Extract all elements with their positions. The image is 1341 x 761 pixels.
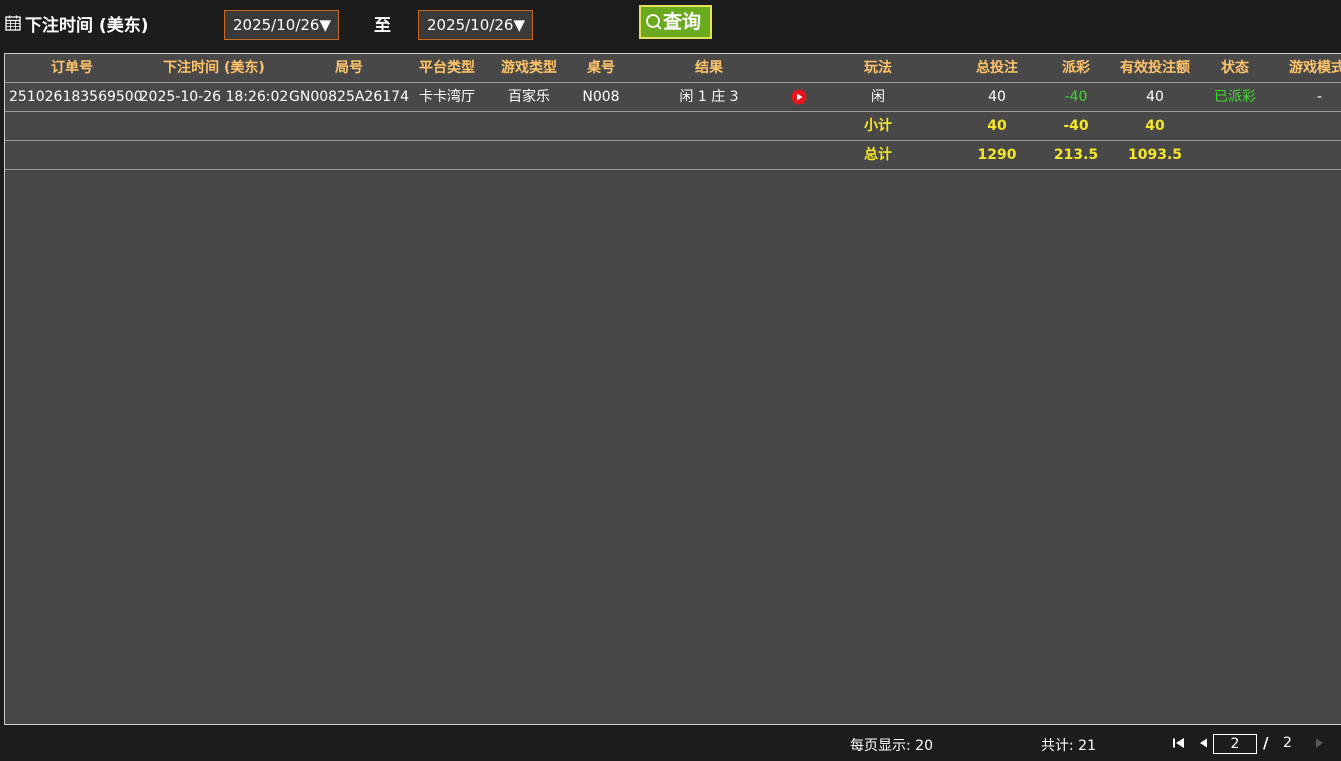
game-mode: - [1317, 89, 1323, 105]
total-pages: 2 [1283, 735, 1292, 751]
video-cell [789, 83, 809, 111]
col-header-table-no: 桌号 [587, 60, 615, 76]
table-row: 251026183569500 2025-10-26 18:26:02 GN00… [5, 83, 1341, 112]
subtotal-label: 小计 [864, 118, 892, 134]
end-date-select[interactable]: 2025/10/26▼ [418, 10, 533, 40]
total-label: 总计 [864, 147, 892, 163]
col-header-status: 状态 [1221, 60, 1249, 76]
search-icon [646, 14, 662, 30]
table-header: 订单号 下注时间 (美东) 局号 平台类型 游戏类型 桌号 结果 玩法 总投注 … [5, 54, 1341, 83]
total-count-label: 共计: 21 [1041, 738, 1096, 754]
per-page-label: 每页显示: 20 [850, 738, 933, 754]
subtotal-payout: -40 [1063, 118, 1089, 134]
col-header-video [789, 54, 809, 82]
total-row: 总计 1290 213.5 1093.5 [5, 141, 1341, 170]
play-type: 闲 [871, 89, 885, 105]
grand-total-valid-bet: 1093.5 [1127, 147, 1183, 163]
col-header-game-type: 游戏类型 [501, 60, 557, 76]
col-header-result: 结果 [695, 60, 723, 76]
col-header-game-mode: 游戏模式 [1289, 60, 1341, 76]
subtotal-total-bet: 40 [987, 118, 1007, 134]
query-button[interactable]: 查询 [639, 5, 712, 39]
bet-time: 2025-10-26 18:26:02 [139, 89, 289, 105]
subtotal-valid-bet: 40 [1145, 118, 1165, 134]
payout: -40 [1064, 89, 1088, 105]
prev-page-icon[interactable] [1197, 737, 1209, 749]
query-button-label: 查询 [663, 11, 702, 33]
filter-bar: 下注时间 (美东) 2025/10/26▼ 至 2025/10/26▼ 查询 [0, 0, 1341, 52]
result: 闲 1 庄 3 [679, 89, 739, 105]
col-header-platform: 平台类型 [419, 60, 475, 76]
page-separator: / [1263, 734, 1269, 752]
valid-bet: 40 [1146, 89, 1164, 105]
col-header-payout: 派彩 [1062, 60, 1090, 76]
first-page-icon[interactable] [1172, 736, 1186, 750]
game-type: 百家乐 [508, 89, 550, 105]
total-bet: 40 [988, 89, 1006, 105]
col-header-valid-bet: 有效投注额 [1120, 60, 1190, 76]
video-play-icon[interactable] [791, 89, 807, 105]
platform-type: 卡卡湾厅 [419, 89, 475, 105]
round-no: GN00825A26174 [289, 89, 409, 105]
bet-records-table: 订单号 下注时间 (美东) 局号 平台类型 游戏类型 桌号 结果 玩法 总投注 … [4, 53, 1341, 725]
order-no: 251026183569500 [9, 89, 143, 105]
next-page-icon[interactable] [1313, 737, 1325, 749]
table-no: N008 [582, 89, 620, 105]
start-date-select[interactable]: 2025/10/26▼ [224, 10, 339, 40]
page-number-input[interactable] [1213, 734, 1257, 754]
status-badge: 已派彩 [1214, 89, 1256, 105]
col-header-total-bet: 总投注 [976, 60, 1018, 76]
grand-total-bet: 1290 [977, 147, 1017, 163]
grand-total-payout: 213.5 [1053, 147, 1099, 163]
calendar-icon [5, 15, 21, 31]
date-range-separator: 至 [374, 16, 391, 36]
filter-label: 下注时间 (美东) [25, 16, 149, 36]
col-header-bet-time: 下注时间 (美东) [163, 60, 265, 76]
col-header-order-no: 订单号 [51, 60, 93, 76]
col-header-round-no: 局号 [335, 60, 363, 76]
subtotal-row: 小计 40 -40 40 [5, 112, 1341, 141]
col-header-play: 玩法 [864, 60, 892, 76]
pagination-bar: 每页显示: 20 共计: 21 / 2 [0, 726, 1341, 761]
